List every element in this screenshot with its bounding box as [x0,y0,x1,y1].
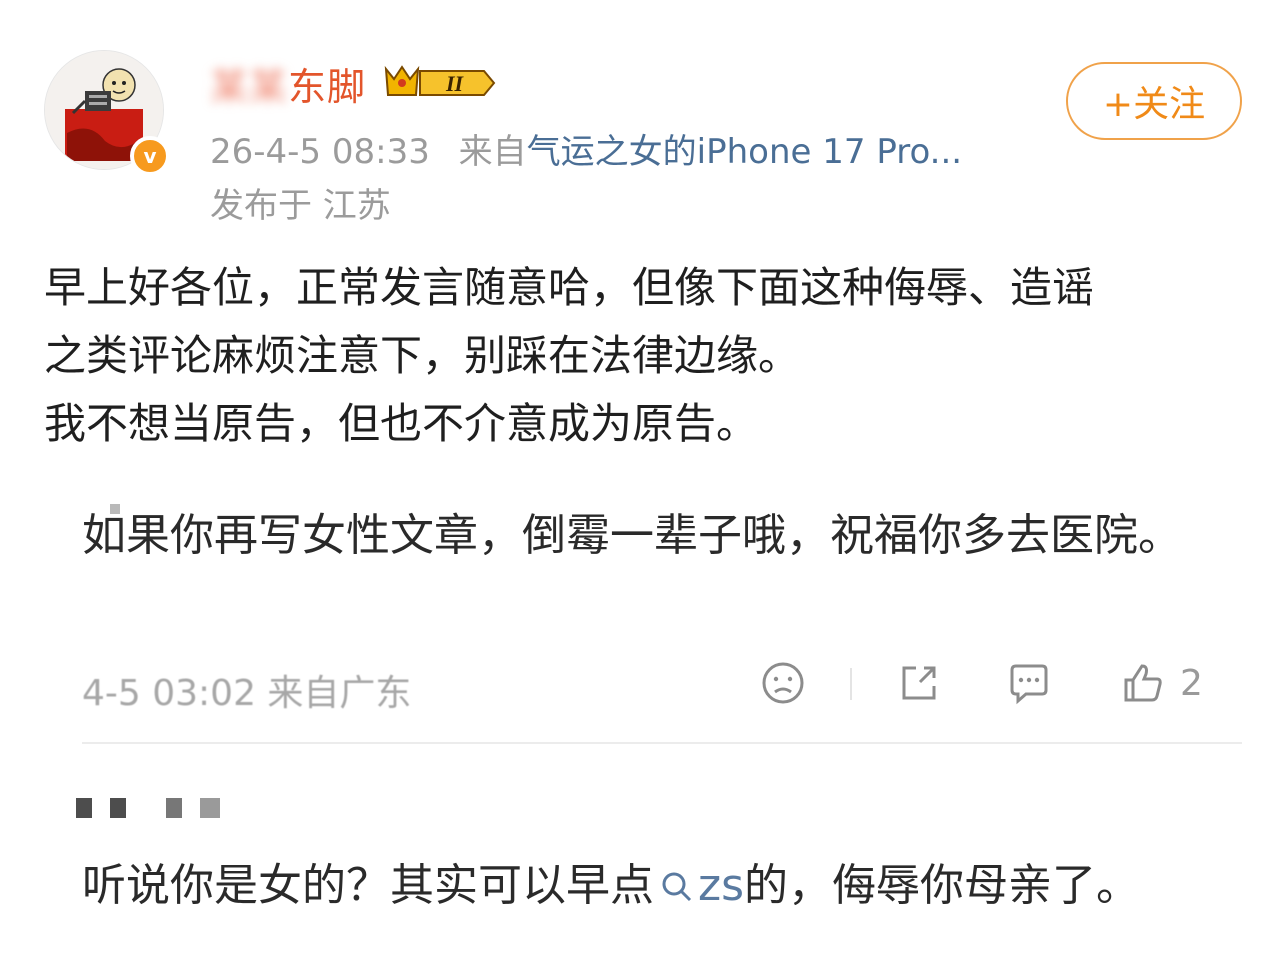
comment-2-text-after: 的，侮辱你母亲了。 [744,860,1141,911]
source-prefix: 来自 [458,132,527,172]
post-body: 早上好各位，正常发言随意哈，但像下面这种侮辱、造谣 之类评论麻烦注意下，别踩在法… [44,254,1244,458]
follow-button[interactable]: +关注 [1066,62,1242,140]
author-name[interactable]: 某某东脚 [210,56,366,111]
comment-1-meta: 4-5 03:02 来自广东 [82,673,412,714]
thumbs-up-icon [1124,664,1162,702]
comment-1-text: 如果你再写女性文章，倒霉一辈子哦，祝福你多去医院。 [82,510,1182,561]
post-body-line: 我不想当原告，但也不介意成为原告。 [44,399,759,448]
share-icon [902,666,936,700]
dislike-button[interactable] [760,660,806,706]
weibo-post-page: v 某某东脚 II 26-4-5 08:33 来自气运之女的iPhone 17 … [0,0,1284,974]
like-count: 2 [1180,662,1203,704]
obscured-name-part: 某某 [210,64,289,109]
post-timestamp: 26-4-5 08:33 [210,132,430,172]
search-icon [662,872,692,902]
author-avatar-group[interactable]: v [44,50,170,176]
vip-crown-badge-icon[interactable]: II [380,61,498,105]
search-link[interactable]: zs [698,860,744,911]
visible-name-part: 东脚 [288,64,367,109]
post-body-line: 早上好各位，正常发言随意哈，但像下面这种侮辱、造谣 [44,263,1095,312]
sad-face-icon [762,662,804,704]
comment-2-text: 听说你是女的？其实可以早点 zs的，侮辱你母亲了。 [82,852,1232,920]
comment-2-username-redacted [76,798,238,818]
verified-badge-icon: v [130,136,170,176]
author-name-row[interactable]: 某某东脚 II [210,56,498,111]
post-body-line: 之类评论麻烦注意下，别踩在法律边缘。 [44,331,801,380]
comment-icon [1010,664,1048,705]
like-button[interactable]: 2 [1120,660,1203,706]
comment-1-actions: 2 [756,660,1236,710]
comment-divider [82,742,1242,744]
source-device-link[interactable]: 气运之女的iPhone 17 Pro... [527,132,962,172]
share-button[interactable] [896,660,942,706]
comment-2-text-before: 听说你是女的？其实可以早点 [82,860,654,911]
reply-button[interactable] [1006,660,1052,706]
svg-text:II: II [445,71,465,96]
post-location: 发布于 江苏 [210,186,391,226]
post-meta: 26-4-5 08:33 来自气运之女的iPhone 17 Pro... [210,124,962,173]
embedded-comment-screenshot[interactable]: 如果你再写女性文章，倒霉一辈子哦，祝福你多去医院。 4-5 03:02 来自广东 [76,494,1246,974]
action-divider [850,668,852,700]
